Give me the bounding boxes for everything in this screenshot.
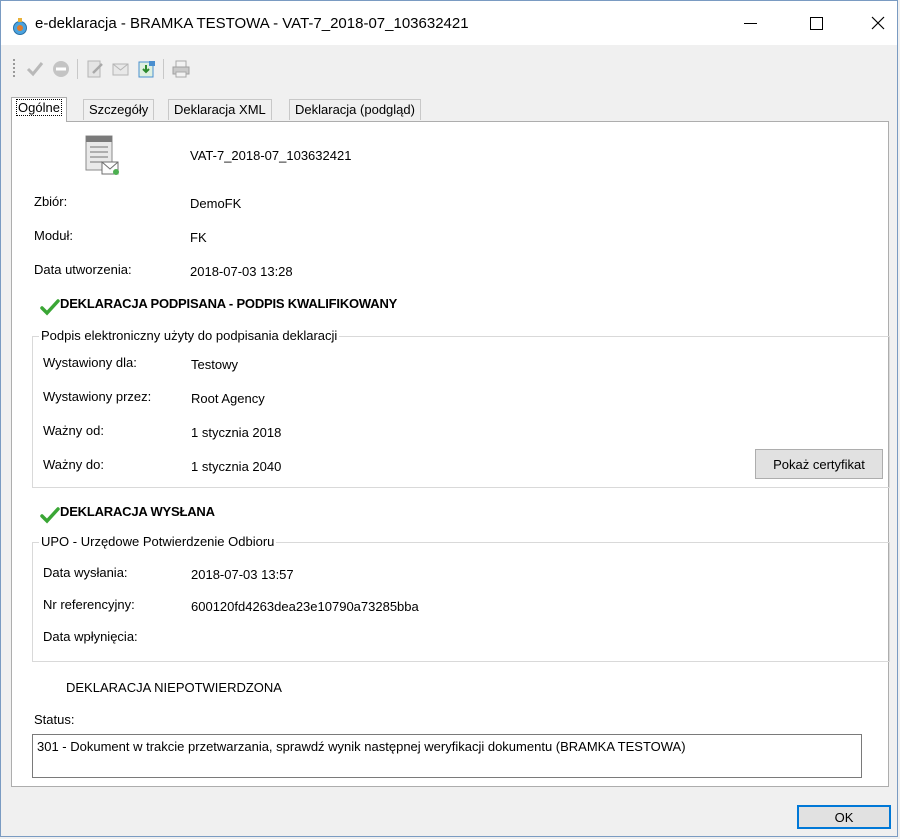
tab-deklaracja-xml[interactable]: Deklaracja XML <box>168 99 272 120</box>
issued-for-label: Wystawiony dla: <box>43 355 137 370</box>
green-check-icon <box>40 299 60 316</box>
sign-icon[interactable] <box>85 59 105 79</box>
created-date-label: Data utworzenia: <box>34 262 132 277</box>
modul-label: Moduł: <box>34 228 74 243</box>
cancel-icon[interactable] <box>51 59 71 79</box>
issued-by-label: Wystawiony przez: <box>43 389 152 404</box>
download-upo-icon[interactable] <box>137 59 157 79</box>
send-icon[interactable] <box>111 59 131 79</box>
e-deklaracja-window: e-deklaracja - BRAMKA TESTOWA - VAT-7_20… <box>0 0 898 837</box>
reference-number-value: 600120fd4263dea23e10790a73285bba <box>191 599 419 614</box>
valid-to-value: 1 stycznia 2040 <box>191 459 282 474</box>
status-textbox[interactable]: 301 - Dokument w trakcie przetwarzania, … <box>32 734 862 778</box>
upo-group-title: UPO - Urzędowe Potwierdzenie Odbioru <box>39 534 277 549</box>
minimize-button[interactable] <box>721 1 779 45</box>
close-icon <box>871 16 885 30</box>
signature-group: Podpis elektroniczny użyty do podpisania… <box>32 328 890 488</box>
tab-label: Deklaracja (podgląd) <box>295 102 415 117</box>
unconfirmed-label: DEKLARACJA NIEPOTWIERDZONA <box>66 680 282 695</box>
e-deklaracja-app-icon <box>13 18 27 35</box>
issued-by-value: Root Agency <box>191 391 265 406</box>
declaration-file-name: VAT-7_2018-07_103632421 <box>190 148 352 163</box>
valid-to-label: Ważny do: <box>43 457 104 472</box>
issued-for-value: Testowy <box>191 357 238 372</box>
valid-from-label: Ważny od: <box>43 423 104 438</box>
valid-from-value: 1 stycznia 2018 <box>191 425 282 440</box>
tab-szczegoly[interactable]: Szczegóły <box>83 99 155 120</box>
reference-number-label: Nr referencyjny: <box>43 597 135 612</box>
green-check-icon <box>40 507 60 524</box>
toolbar-separator <box>163 59 164 79</box>
zbior-label: Zbiór: <box>34 194 68 209</box>
modul-value: FK <box>190 230 207 245</box>
check-icon[interactable] <box>25 59 45 79</box>
tab-label: Deklaracja XML <box>174 102 266 117</box>
upo-group: UPO - Urzędowe Potwierdzenie Odbioru Dat… <box>32 534 890 662</box>
close-button[interactable] <box>849 1 900 45</box>
signature-group-title: Podpis elektroniczny użyty do podpisania… <box>39 328 340 343</box>
print-icon[interactable] <box>171 59 191 79</box>
tab-label: Szczegóły <box>89 102 149 117</box>
toolbar-grip[interactable] <box>13 59 15 77</box>
tab-ogolne[interactable]: Ogólne <box>11 97 67 122</box>
maximize-icon <box>809 16 823 30</box>
show-certificate-button[interactable]: Pokaż certyfikat <box>755 449 883 479</box>
status-text: 301 - Dokument w trakcie przetwarzania, … <box>37 739 686 754</box>
sent-date-value: 2018-07-03 13:57 <box>191 567 294 582</box>
tab-panel-ogolne: VAT-7_2018-07_103632421 Zbiór: DemoFK Mo… <box>11 121 890 787</box>
document-envelope-icon <box>85 135 119 175</box>
zbior-value: DemoFK <box>190 196 242 211</box>
sent-date-label: Data wysłania: <box>43 565 128 580</box>
ok-button[interactable]: OK <box>797 805 891 829</box>
toolbar <box>1 53 897 83</box>
signed-heading: DEKLARACJA PODPISANA - PODPIS KWALIFIKOW… <box>60 296 398 311</box>
received-date-label: Data wpłynięcia: <box>43 629 138 644</box>
sent-heading: DEKLARACJA WYSŁANA <box>60 504 215 519</box>
window-title: e-deklaracja - BRAMKA TESTOWA - VAT-7_20… <box>35 15 469 32</box>
toolbar-separator <box>77 59 78 79</box>
tab-label: Ogólne <box>16 99 62 116</box>
status-label: Status: <box>34 712 75 727</box>
minimize-icon <box>743 22 757 24</box>
tab-deklaracja-podglad[interactable]: Deklaracja (podgląd) <box>289 99 421 120</box>
maximize-button[interactable] <box>787 1 845 45</box>
title-bar[interactable]: e-deklaracja - BRAMKA TESTOWA - VAT-7_20… <box>1 1 897 45</box>
created-date-value: 2018-07-03 13:28 <box>190 264 293 279</box>
